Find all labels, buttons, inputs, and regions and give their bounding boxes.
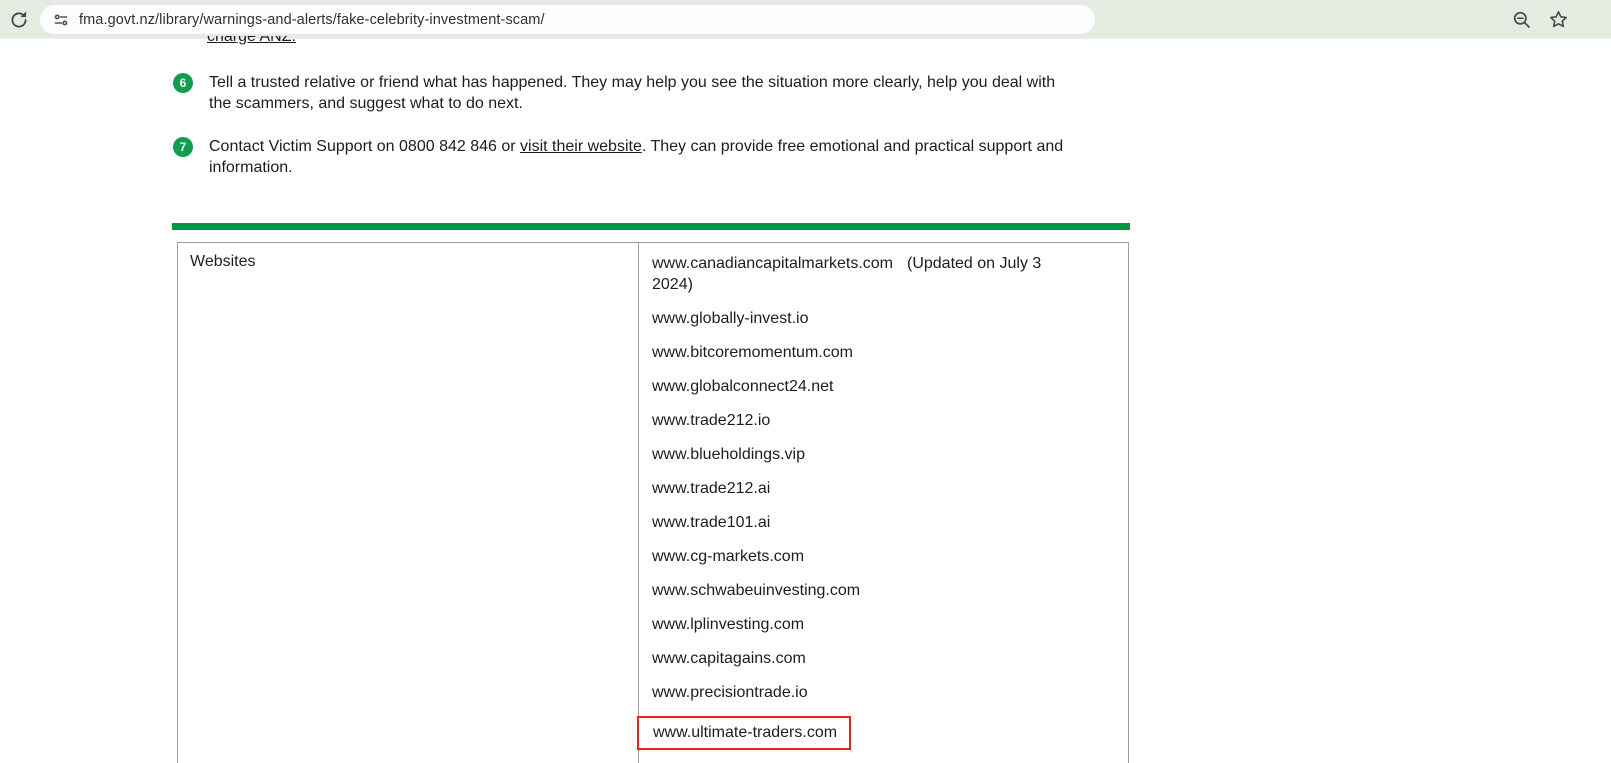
website-url-wrap: www.bitcoremomentum.com [652, 344, 853, 361]
website-row: www.schwabeuinvesting.com [652, 580, 1052, 601]
website-row: www.globalconnect24.net [652, 376, 1052, 397]
website-url: www.trade212.ai [652, 480, 771, 497]
website-url-wrap: www.globalconnect24.net [652, 378, 833, 395]
bookmark-star-icon[interactable] [1548, 9, 1568, 29]
website-row: www.precisiontrade.io [652, 682, 1052, 703]
website-url-wrap: www.cg-markets.com [652, 548, 804, 565]
website-url-wrap: www.precisiontrade.io [652, 684, 808, 701]
website-url-wrap: www.trade212.io [652, 412, 770, 429]
website-row: www.canadiancapitalmarkets.com (Updated o… [652, 253, 1052, 295]
website-url-wrap: www.schwabeuinvesting.com [652, 582, 860, 599]
address-bar[interactable]: fma.govt.nz/library/warnings-and-alerts/… [40, 5, 1095, 34]
browser-window: fma.govt.nz/library/warnings-and-alerts/… [0, 0, 1611, 763]
url-text: fma.govt.nz/library/warnings-and-alerts/… [79, 11, 545, 28]
website-url: www.trade212.io [652, 412, 771, 429]
site-info-icon[interactable] [53, 12, 69, 28]
website-url-wrap: www.lplinvesting.com [652, 616, 804, 633]
website-row: www.bitcoremomentum.com [652, 342, 1052, 363]
website-url: www.lplinvesting.com [652, 616, 805, 633]
step-item-6: 6 Tell a trusted relative or friend what… [173, 72, 1083, 114]
website-row: www.globally-invest.io [652, 308, 1052, 329]
website-row: www.trade101.ai [652, 512, 1052, 533]
website-url: www.bitcoremomentum.com [652, 344, 853, 361]
website-row: www.trade212.ai [652, 478, 1052, 499]
website-row: www.capitagains.com [652, 648, 1052, 669]
website-url: www.globalconnect24.net [652, 378, 834, 395]
visit-their-website-link[interactable]: visit their website [520, 138, 642, 155]
websites-header-cell: Websites [178, 243, 639, 763]
zoom-magnifier-icon[interactable] [1512, 10, 1532, 30]
website-row-highlighted: www.ultimate-traders.com [637, 716, 1052, 750]
website-url-wrap: www.ultimate-traders.com [637, 716, 852, 750]
website-url: www.canadiancapitalmarkets.com [652, 255, 893, 272]
website-url-wrap: www.blueholdings.vip [652, 446, 805, 463]
step-number-badge: 6 [173, 73, 193, 93]
website-row: www.blueholdings.vip [652, 444, 1052, 465]
website-url-wrap: www.capitagains.com [652, 650, 806, 667]
partial-link[interactable]: charge ANZ. [207, 36, 296, 46]
website-row: www.lplinvesting.com [652, 614, 1052, 635]
website-url: www.trade101.ai [652, 514, 771, 531]
browser-toolbar: fma.govt.nz/library/warnings-and-alerts/… [0, 0, 1611, 39]
step-text: Tell a trusted relative or friend what h… [209, 72, 1074, 114]
website-url-wrap: www.trade101.ai [652, 514, 770, 531]
website-url: www.capitagains.com [652, 650, 806, 667]
reload-icon[interactable] [8, 9, 30, 31]
website-url: www.cg-markets.com [652, 548, 805, 565]
website-url: www.precisiontrade.io [652, 684, 808, 701]
website-url: www.globally-invest.io [652, 310, 809, 327]
website-list: www.canadiancapitalmarkets.com (Updated o… [637, 243, 1128, 763]
website-row: www.trade212.io [652, 410, 1052, 431]
websites-table: Websites www.canadiancapitalmarkets.com(… [177, 242, 1129, 763]
step-text: Contact Victim Support on 0800 842 846 o… [209, 136, 1074, 178]
website-url-wrap: www.canadiancapitalmarkets.com (Updated o… [652, 255, 1041, 293]
website-row: www.cg-markets.com [652, 546, 1052, 567]
website-url: www.schwabeuinvesting.com [652, 582, 861, 599]
website-url: www.ultimate-traders.com [653, 724, 838, 741]
step-text-before: Tell a trusted relative or friend what h… [209, 74, 1056, 112]
website-url: www.blueholdings.vip [652, 446, 805, 463]
step-item-7: 7 Contact Victim Support on 0800 842 846… [173, 136, 1083, 178]
step-number-badge: 7 [173, 137, 193, 157]
step-text-before: Contact Victim Support on 0800 842 846 o… [209, 138, 521, 155]
website-url-wrap: www.globally-invest.io [652, 310, 809, 327]
partial-scrolled-link: charge ANZ. [207, 36, 296, 48]
websites-label: Websites [190, 253, 256, 270]
website-url-wrap: www.trade212.ai [652, 480, 770, 497]
green-divider [172, 223, 1130, 230]
